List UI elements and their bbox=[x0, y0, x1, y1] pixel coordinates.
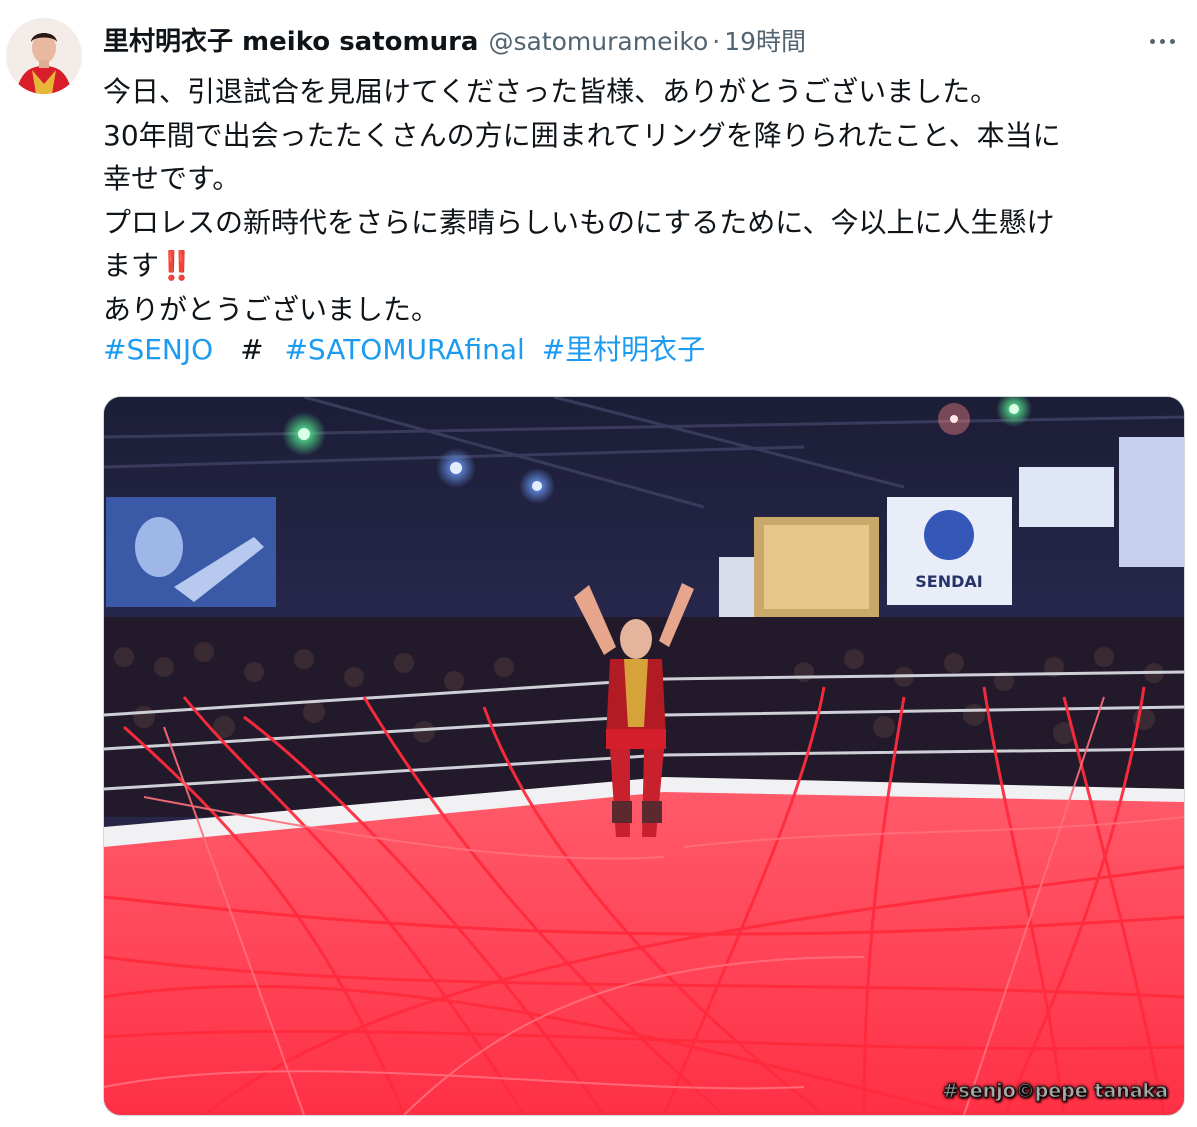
tweet-line: 今日、引退試合を見届けてくださった皆様、ありがとうございました。 bbox=[103, 75, 999, 108]
hashtag-plain: # bbox=[240, 333, 264, 366]
tweet-line: 30年間で出会ったたくさんの方に囲まれてリングを降りられたこと、本当に bbox=[103, 118, 1061, 152]
user-handle[interactable]: @satomurameiko bbox=[488, 22, 708, 62]
tweet-line: プロレスの新時代をさらに素晴らしいものにするために、今以上に人生懸け bbox=[103, 205, 1055, 239]
sendai-banner-text: SENDAI bbox=[915, 572, 982, 591]
double-exclamation-icon: ‼️ bbox=[159, 249, 194, 282]
tweet-line: ます bbox=[103, 249, 160, 282]
tweet-photo[interactable]: SENDAI #senjo©pepe tanaka bbox=[103, 396, 1185, 1116]
separator-dot: · bbox=[712, 27, 721, 56]
wrestling-ring-photo: SENDAI #senjo©pepe tanaka bbox=[104, 397, 1184, 1115]
tweet-header: 里村明衣子 meiko satomura @satomurameiko · 19… bbox=[103, 22, 806, 62]
tweet-text: 今日、引退試合を見届けてくださった皆様、ありがとうございました。 30年間で出会… bbox=[103, 70, 1178, 331]
display-name[interactable]: 里村明衣子 meiko satomura bbox=[103, 22, 478, 62]
avatar[interactable] bbox=[6, 18, 82, 94]
tweet-line: 幸せです。 bbox=[103, 162, 241, 195]
more-horizontal-icon[interactable] bbox=[1140, 26, 1184, 56]
tweet-line-with-emoji: ます‼️ bbox=[103, 244, 1178, 288]
hashtag-link[interactable]: #SATOMURAfinal bbox=[284, 333, 524, 366]
hashtag-row: #SENJO # #SATOMURAfinal #里村明衣子 bbox=[103, 328, 705, 372]
tweet[interactable]: 里村明衣子 meiko satomura @satomurameiko · 19… bbox=[0, 0, 1197, 1127]
timestamp[interactable]: 19時間 bbox=[724, 22, 806, 62]
hashtag-link[interactable]: #SENJO bbox=[103, 333, 213, 366]
photo-credit: #senjo©pepe tanaka bbox=[942, 1080, 1168, 1102]
tweet-line: ありがとうございました。 bbox=[103, 292, 440, 326]
hashtag-link[interactable]: #里村明衣子 bbox=[542, 333, 705, 366]
avatar-image bbox=[6, 18, 82, 94]
